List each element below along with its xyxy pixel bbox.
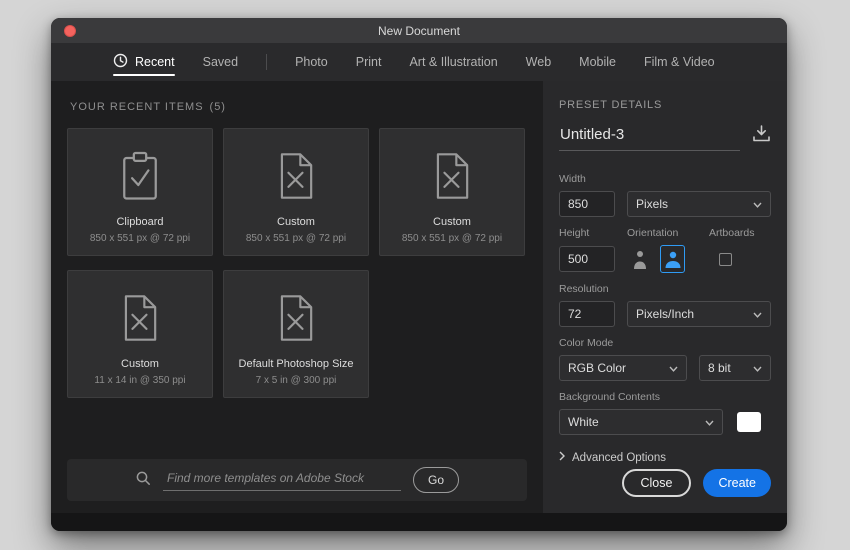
preset-details-heading: PRESET DETAILS	[559, 99, 663, 111]
save-preset-icon[interactable]	[752, 125, 771, 151]
template-title: Clipboard	[116, 216, 164, 228]
height-input[interactable]	[559, 246, 615, 272]
tab-label: Web	[525, 55, 552, 69]
resolution-unit-select[interactable]: Pixels/Inch	[627, 301, 771, 327]
recent-items-panel: YOUR RECENT ITEMS (5) Clipboard 850 x 55…	[51, 81, 543, 513]
tab-divider	[266, 54, 268, 70]
window-close-icon[interactable]	[64, 25, 76, 37]
window-title: New Document	[377, 23, 461, 38]
chevron-right-icon	[559, 451, 565, 464]
chevron-down-icon	[669, 361, 678, 375]
new-document-dialog: New Document Recent Saved Photo Print Ar…	[51, 18, 787, 531]
template-card-custom-3[interactable]: Custom 11 x 14 in @ 350 ppi	[67, 270, 213, 398]
advanced-options-label: Advanced Options	[572, 451, 666, 464]
artboards-label: Artboards	[709, 227, 755, 239]
tab-recent[interactable]: Recent	[113, 43, 175, 81]
width-unit-value: Pixels	[636, 197, 669, 211]
template-grid: Clipboard 850 x 551 px @ 72 ppi Custom 8…	[67, 128, 527, 398]
tab-label: Mobile	[579, 55, 616, 69]
template-card-custom-1[interactable]: Custom 850 x 551 px @ 72 ppi	[223, 128, 369, 256]
background-contents-label: Background Contents	[559, 391, 660, 403]
tab-mobile[interactable]: Mobile	[579, 43, 616, 81]
orientation-toggle	[627, 245, 697, 273]
background-contents-value: White	[568, 415, 599, 429]
chevron-down-icon	[753, 361, 762, 375]
window-footer	[51, 513, 787, 531]
tab-label: Photo	[295, 55, 328, 69]
chevron-down-icon	[753, 307, 762, 321]
resolution-unit-value: Pixels/Inch	[636, 307, 695, 321]
tab-art-illustration[interactable]: Art & Illustration	[409, 43, 497, 81]
search-icon	[135, 470, 151, 491]
tab-label: Recent	[135, 55, 175, 69]
create-button[interactable]: Create	[703, 469, 771, 497]
new-document-icon	[270, 129, 322, 216]
width-label: Width	[559, 173, 586, 185]
height-label: Height	[559, 227, 590, 239]
template-dimensions: 850 x 551 px @ 72 ppi	[401, 233, 503, 244]
template-title: Custom	[121, 358, 159, 370]
tab-web[interactable]: Web	[526, 43, 551, 81]
title-bar: New Document	[51, 18, 787, 43]
preset-details-panel: PRESET DETAILS Width Pixels Height	[543, 81, 787, 513]
category-tabbar: Recent Saved Photo Print Art & Illustrat…	[51, 43, 787, 81]
width-unit-select[interactable]: Pixels	[627, 191, 771, 217]
template-dimensions: 11 x 14 in @ 350 ppi	[94, 375, 186, 386]
tab-photo[interactable]: Photo	[295, 43, 328, 81]
clipboard-icon	[113, 129, 167, 216]
bit-depth-value: 8 bit	[708, 361, 731, 375]
background-contents-select[interactable]: White	[559, 409, 723, 435]
resolution-input[interactable]	[559, 301, 615, 327]
tab-film-video[interactable]: Film & Video	[644, 43, 715, 81]
recent-count: (5)	[209, 101, 226, 113]
orientation-landscape-icon[interactable]	[660, 245, 685, 273]
tab-label: Film & Video	[643, 55, 715, 69]
go-button[interactable]: Go	[412, 467, 459, 493]
orientation-label: Orientation	[627, 227, 679, 239]
advanced-options-toggle[interactable]: Advanced Options	[559, 451, 771, 464]
template-title: Custom	[277, 216, 315, 228]
template-dimensions: 850 x 551 px @ 72 ppi	[89, 233, 191, 244]
template-title: Custom	[433, 216, 471, 228]
template-dimensions: 7 x 5 in @ 300 ppi	[255, 375, 337, 386]
background-color-swatch[interactable]	[737, 412, 761, 432]
tab-print[interactable]: Print	[356, 43, 382, 81]
chevron-down-icon	[705, 415, 714, 429]
stock-search-input[interactable]	[162, 469, 401, 491]
new-document-icon	[426, 129, 478, 216]
bit-depth-select[interactable]: 8 bit	[699, 355, 771, 381]
color-mode-select[interactable]: RGB Color	[559, 355, 687, 381]
template-title: Default Photoshop Size	[238, 358, 354, 370]
template-dimensions: 850 x 551 px @ 72 ppi	[245, 233, 347, 244]
document-name-input[interactable]	[559, 126, 740, 151]
template-card-clipboard[interactable]: Clipboard 850 x 551 px @ 72 ppi	[67, 128, 213, 256]
tab-label: Print	[355, 55, 382, 69]
recent-heading-text: YOUR RECENT ITEMS	[70, 101, 204, 113]
tab-label: Saved	[202, 55, 239, 69]
recent-items-heading: YOUR RECENT ITEMS (5)	[70, 101, 527, 113]
template-card-custom-2[interactable]: Custom 850 x 551 px @ 72 ppi	[379, 128, 525, 256]
new-document-icon	[114, 271, 166, 358]
adobe-stock-searchbar: Go	[67, 459, 527, 501]
chevron-down-icon	[753, 197, 762, 211]
close-button[interactable]: Close	[621, 469, 692, 497]
new-document-icon	[270, 271, 322, 358]
width-input[interactable]	[559, 191, 615, 217]
color-mode-value: RGB Color	[568, 361, 627, 375]
resolution-label: Resolution	[559, 283, 609, 295]
template-card-default-photoshop-size[interactable]: Default Photoshop Size 7 x 5 in @ 300 pp…	[223, 270, 369, 398]
clock-icon	[113, 53, 128, 71]
orientation-portrait-icon[interactable]	[627, 245, 652, 273]
color-mode-label: Color Mode	[559, 337, 614, 349]
tab-saved[interactable]: Saved	[203, 43, 238, 81]
artboards-checkbox[interactable]	[719, 252, 732, 266]
tab-label: Art & Illustration	[409, 55, 498, 69]
